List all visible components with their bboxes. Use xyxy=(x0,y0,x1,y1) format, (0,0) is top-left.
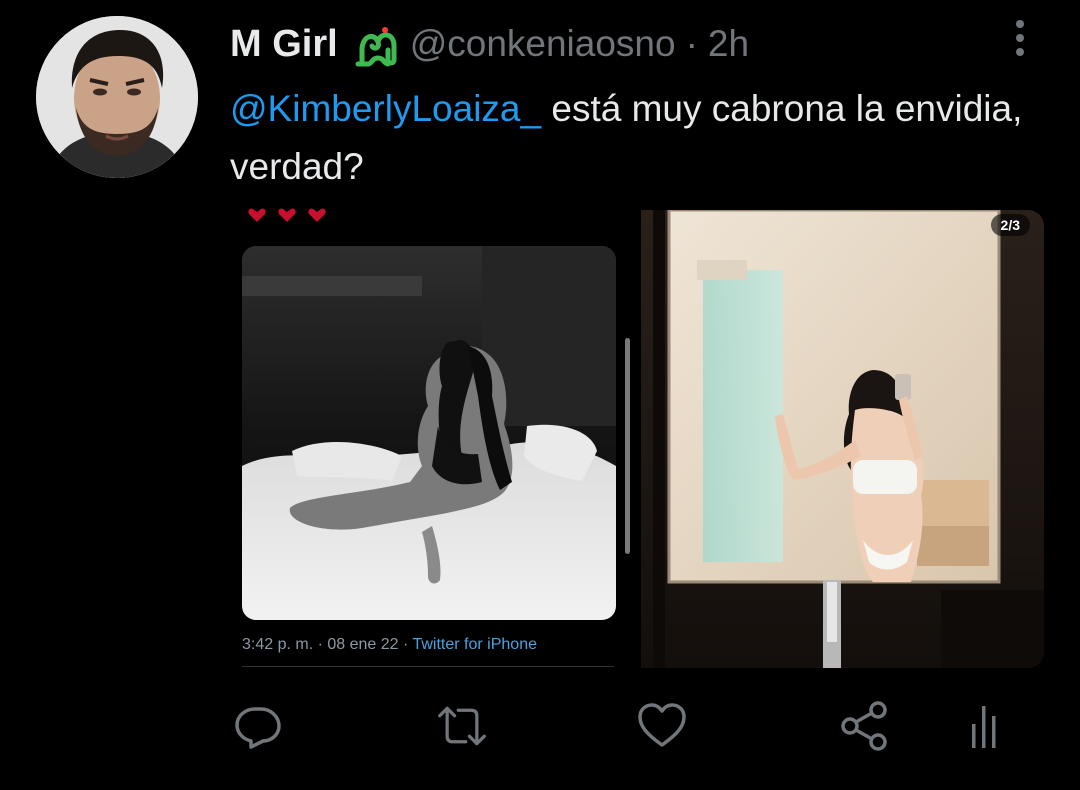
meta-source[interactable]: Twitter for iPhone xyxy=(412,636,537,653)
hearts-row xyxy=(248,208,326,226)
share-icon xyxy=(841,701,887,751)
like-button[interactable] xyxy=(636,700,688,752)
tweet-time[interactable]: 2h xyxy=(708,23,749,65)
action-bar xyxy=(0,700,1080,764)
scrollbar[interactable] xyxy=(625,338,630,554)
snake-icon xyxy=(352,20,400,68)
retweet-button[interactable] xyxy=(436,700,488,752)
divider xyxy=(242,666,614,667)
mention-link[interactable]: @KimberlyLoaiza_ xyxy=(230,88,541,129)
analytics-button[interactable] xyxy=(958,700,1010,752)
separator: · xyxy=(685,23,698,64)
media-image-left[interactable]: 3:42 p. m. · 08 ene 22 · Twitter for iPh… xyxy=(230,208,638,668)
reply-icon xyxy=(235,707,281,749)
avatar-image xyxy=(36,16,198,178)
heart-icon xyxy=(308,208,326,222)
analytics-icon xyxy=(972,706,996,748)
tweet-meta: 3:42 p. m. · 08 ene 22 · Twitter for iPh… xyxy=(242,636,537,654)
media-image-right[interactable]: 2/3 xyxy=(641,210,1044,668)
tweet-header: M Girl @conkeniaosno · 2h xyxy=(230,20,749,68)
heart-icon xyxy=(248,208,266,222)
more-options-icon[interactable] xyxy=(1006,18,1034,58)
share-button[interactable] xyxy=(838,700,890,752)
heart-icon xyxy=(278,208,296,222)
bedroom-photo xyxy=(242,246,616,620)
tweet-text: @KimberlyLoaiza_ está muy cabrona la env… xyxy=(230,80,1050,196)
media-counter: 2/3 xyxy=(990,214,1030,236)
retweet-icon xyxy=(438,706,486,746)
mirror-selfie-photo xyxy=(641,210,1044,668)
reply-button[interactable] xyxy=(232,700,284,752)
avatar[interactable] xyxy=(36,16,198,178)
user-handle[interactable]: @conkeniaosno xyxy=(410,23,676,65)
heart-icon xyxy=(638,703,686,747)
display-name[interactable]: M Girl xyxy=(230,23,338,66)
meta-timestamp: 3:42 p. m. · 08 ene 22 · xyxy=(242,636,413,653)
